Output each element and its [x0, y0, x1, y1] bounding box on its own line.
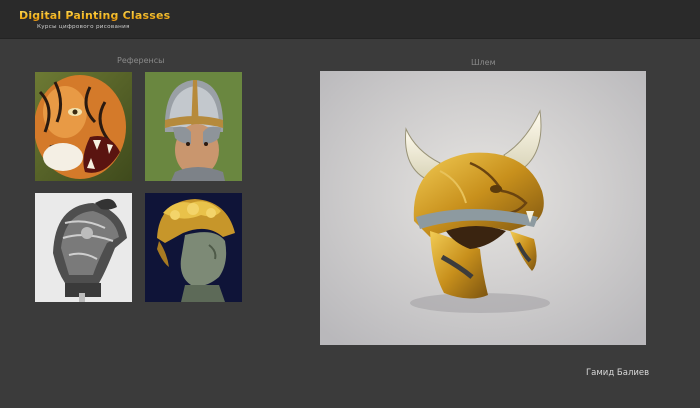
- reference-knight-helmet-image[interactable]: [145, 72, 242, 181]
- logo-title[interactable]: Digital Painting Classes: [19, 9, 170, 22]
- reference-gold-helmet-image[interactable]: [145, 193, 242, 302]
- artwork-label: Шлем: [471, 58, 496, 67]
- helmet-artwork-image[interactable]: [320, 71, 646, 345]
- reference-tiger-image[interactable]: [35, 72, 132, 181]
- references-label: Референсы: [117, 56, 165, 65]
- reference-ornate-helmet-image[interactable]: [35, 193, 132, 302]
- logo-subtitle: Курсы цифрового рисования: [37, 24, 130, 30]
- author-name: Гамид Балиев: [586, 368, 650, 378]
- header-bar: Digital Painting Classes Курсы цифрового…: [0, 0, 700, 39]
